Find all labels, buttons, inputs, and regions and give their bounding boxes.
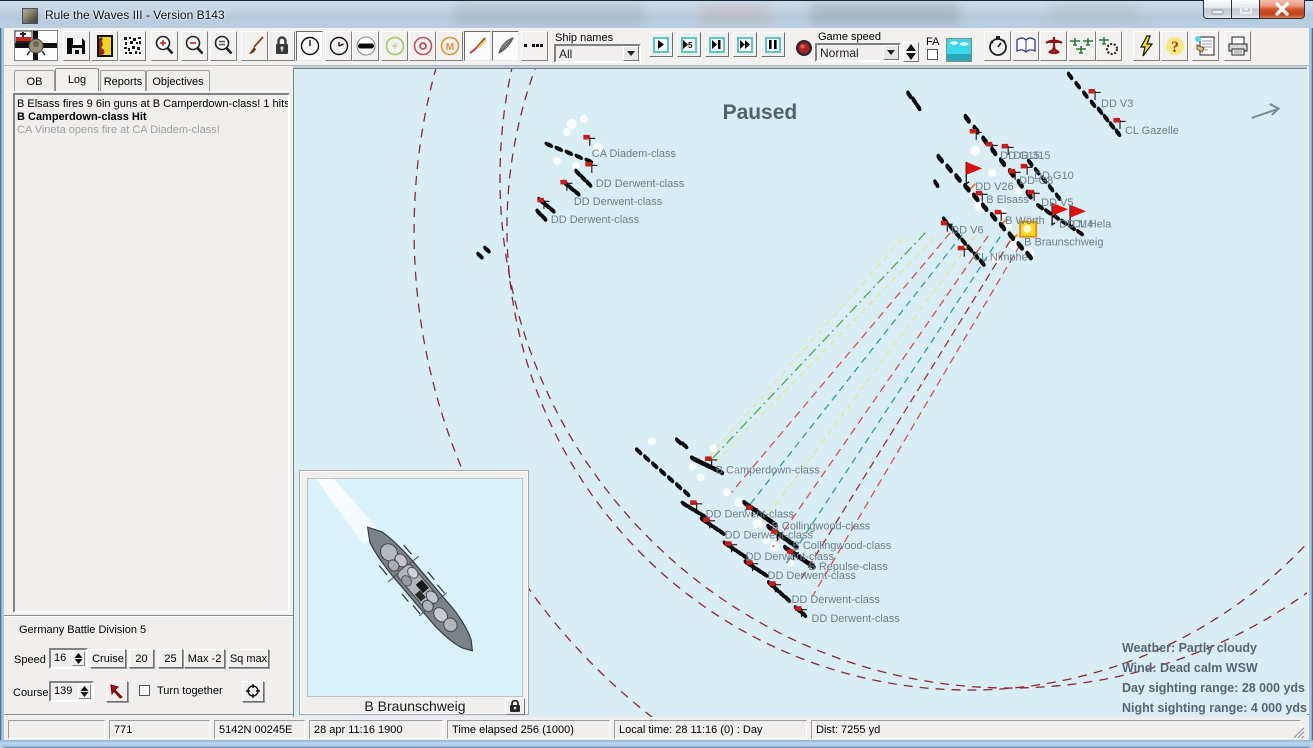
svg-text:B Elsass: B Elsass — [986, 194, 1029, 206]
svg-text:DD V26: DD V26 — [975, 181, 1013, 193]
svg-text:DD Derwent-class: DD Derwent-class — [706, 508, 795, 520]
svg-text:DD 315: DD 315 — [1013, 150, 1050, 162]
svg-text:Paused: Paused — [723, 101, 798, 124]
svg-text:B Camperdown-class: B Camperdown-class — [716, 464, 821, 476]
svg-text:Wind: Dead calm WSW: Wind: Dead calm WSW — [1122, 661, 1258, 675]
svg-text:DD Derwent-class: DD Derwent-class — [792, 594, 881, 606]
svg-text:DD Derwent-class: DD Derwent-class — [768, 570, 857, 582]
svg-text:Night sighting range: 4 000 yd: Night sighting range: 4 000 yds — [1122, 701, 1307, 715]
svg-text:B Braunschweig: B Braunschweig — [1024, 237, 1103, 249]
svg-text:B Wörth: B Wörth — [1005, 215, 1045, 227]
svg-text:?: ? — [1171, 39, 1179, 56]
svg-text:5: 5 — [688, 41, 693, 49]
svg-text:DD V5: DD V5 — [1041, 197, 1073, 209]
svg-text:CL Nimphe: CL Nimphe — [973, 252, 1027, 264]
svg-text:Weather: Partly cloudy: Weather: Partly cloudy — [1122, 641, 1257, 655]
svg-text:DD Derwent-class: DD Derwent-class — [574, 196, 663, 208]
svg-text:DD-G8: DD-G8 — [1019, 175, 1053, 187]
svg-text:CL Gazelle: CL Gazelle — [1125, 125, 1179, 137]
svg-text:DD Derwent-class: DD Derwent-class — [596, 178, 685, 190]
svg-text:Day sighting range: 28 000 yds: Day sighting range: 28 000 yds — [1122, 681, 1305, 695]
svg-text:DD Derwent-class: DD Derwent-class — [551, 214, 640, 226]
svg-text:CL Hela: CL Hela — [1072, 219, 1112, 231]
svg-text:DD V6: DD V6 — [951, 225, 983, 237]
svg-text:M: M — [445, 42, 453, 53]
svg-text:DD Derwent-class: DD Derwent-class — [811, 613, 900, 625]
svg-text:CA Diadem-class: CA Diadem-class — [592, 148, 677, 160]
svg-text:DD V3: DD V3 — [1101, 98, 1133, 110]
